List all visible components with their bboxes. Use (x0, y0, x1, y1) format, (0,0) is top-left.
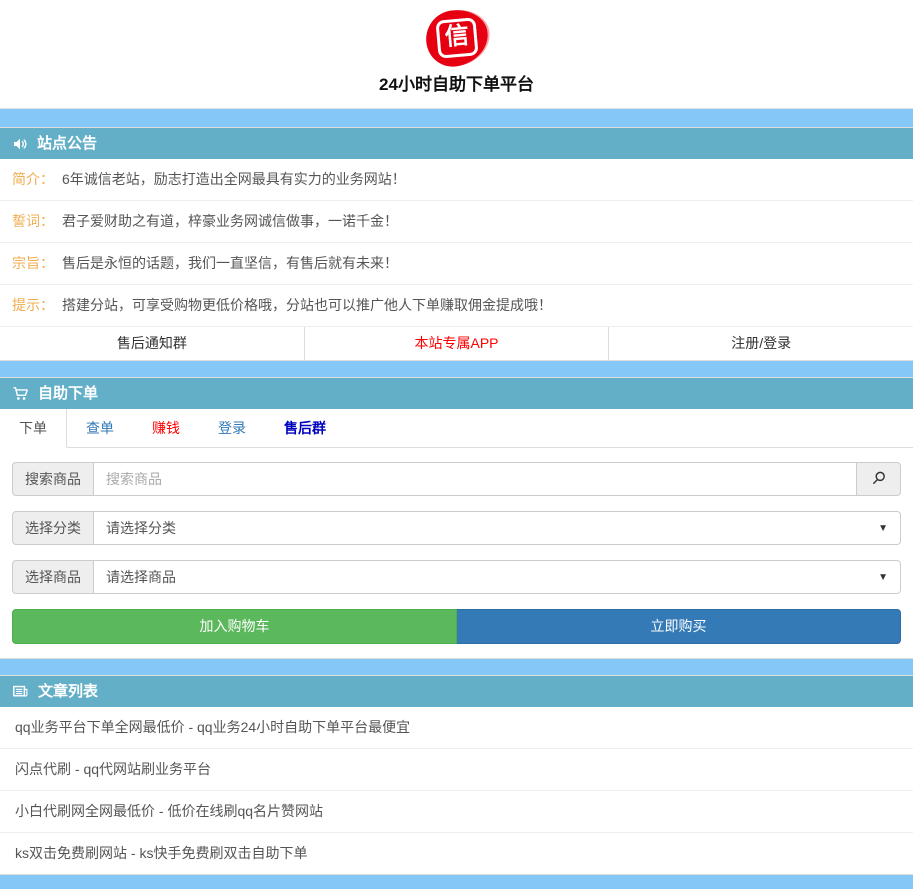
articles-panel-heading: 文章列表 (0, 676, 913, 707)
site-header: 信 24小时自助下单平台 (0, 0, 913, 109)
article-link[interactable]: 小白代刷网全网最低价 - 低价在线刷qq名片赞网站 (0, 790, 913, 832)
buy-now-button[interactable]: 立即购买 (457, 609, 901, 644)
notice-text: 君子爱财助之有道，梓豪业务网诚信做事，一诺千金！ (62, 213, 398, 229)
tab-aftersale-group[interactable]: 售后群 (265, 409, 345, 447)
order-title: 自助下单 (38, 385, 98, 402)
app-download-link[interactable]: 本站专属APP (304, 327, 609, 360)
notice-label: 誓词： (12, 213, 54, 229)
order-panel: 自助下单 下单 查单 赚钱 登录 售后群 搜索商品 选择分类 请选择分类 ▼ 选… (0, 377, 913, 659)
order-actions: 加入购物车 立即购买 (12, 609, 901, 644)
tab-place-order[interactable]: 下单 (0, 409, 67, 448)
notice-text: 售后是永恒的话题，我们一直坚信，有售后就有未来！ (62, 255, 398, 271)
cart-icon (12, 385, 29, 402)
notice-row-tip: 提示： 搭建分站，可享受购物更低价格哦，分站也可以推广他人下单赚取佣金提成哦！ (0, 285, 913, 327)
notice-label: 简介： (12, 171, 54, 187)
announcement-panel: 站点公告 简介： 6年诚信老站，励志打造出全网最具有实力的业务网站！ 誓词： 君子爱… (0, 127, 913, 361)
product-addon-label: 选择商品 (12, 560, 93, 594)
order-panel-heading: 自助下单 (0, 378, 913, 409)
category-addon-label: 选择分类 (12, 511, 93, 545)
article-link[interactable]: 闪点代刷 - qq代网站刷业务平台 (0, 748, 913, 790)
product-select[interactable]: 请选择商品 ▼ (93, 560, 901, 594)
notice-label: 宗旨： (12, 255, 54, 271)
product-selected-value: 请选择商品 (106, 567, 176, 587)
magnifier-icon (871, 470, 887, 489)
article-link[interactable]: ks双击免费刷网站 - ks快手免费刷双击自助下单 (0, 832, 913, 874)
articles-panel: 文章列表 qq业务平台下单全网最低价 - qq业务24小时自助下单平台最便宜 闪… (0, 675, 913, 875)
register-login-link[interactable]: 注册/登录 (608, 327, 913, 360)
notice-label: 提示： (12, 297, 54, 313)
search-group: 搜索商品 (12, 462, 901, 496)
quick-links-row: 售后通知群 本站专属APP 注册/登录 (0, 327, 913, 360)
notice-text: 搭建分站，可享受购物更低价格哦，分站也可以推广他人下单赚取佣金提成哦！ (62, 297, 552, 313)
add-to-cart-button[interactable]: 加入购物车 (12, 609, 457, 644)
category-group: 选择分类 请选择分类 ▼ (12, 511, 901, 545)
caret-down-icon: ▼ (878, 572, 888, 583)
announcement-panel-heading: 站点公告 (0, 128, 913, 159)
category-select[interactable]: 请选择分类 ▼ (93, 511, 901, 545)
notice-text: 6年诚信老站，励志打造出全网最具有实力的业务网站！ (62, 171, 406, 187)
tab-login[interactable]: 登录 (199, 409, 265, 447)
tab-check-order[interactable]: 查单 (67, 409, 133, 447)
order-form: 搜索商品 选择分类 请选择分类 ▼ 选择商品 请选择商品 ▼ 加入购物车 (0, 448, 913, 658)
articles-title: 文章列表 (38, 683, 98, 700)
search-input[interactable] (93, 462, 857, 496)
caret-down-icon: ▼ (878, 523, 888, 534)
notice-row-purpose: 宗旨： 售后是永恒的话题，我们一直坚信，有售后就有未来！ (0, 243, 913, 285)
notice-row-oath: 誓词： 君子爱财助之有道，梓豪业务网诚信做事，一诺千金！ (0, 201, 913, 243)
logo-seal-character: 信 (435, 17, 478, 58)
product-group: 选择商品 请选择商品 ▼ (12, 560, 901, 594)
newspaper-icon (12, 683, 29, 700)
search-button[interactable] (857, 462, 901, 496)
article-link[interactable]: qq业务平台下单全网最低价 - qq业务24小时自助下单平台最便宜 (0, 707, 913, 748)
category-selected-value: 请选择分类 (106, 518, 176, 538)
tab-earn-money[interactable]: 赚钱 (133, 409, 199, 447)
notice-row-intro: 简介： 6年诚信老站，励志打造出全网最具有实力的业务网站！ (0, 159, 913, 201)
search-addon-label: 搜索商品 (12, 462, 93, 496)
page-title: 24小时自助下单平台 (0, 74, 913, 96)
order-tabs: 下单 查单 赚钱 登录 售后群 (0, 409, 913, 448)
site-logo: 信 (422, 6, 491, 70)
aftersale-group-link[interactable]: 售后通知群 (0, 327, 304, 360)
speaker-icon (12, 136, 28, 152)
announcement-title: 站点公告 (37, 135, 97, 152)
